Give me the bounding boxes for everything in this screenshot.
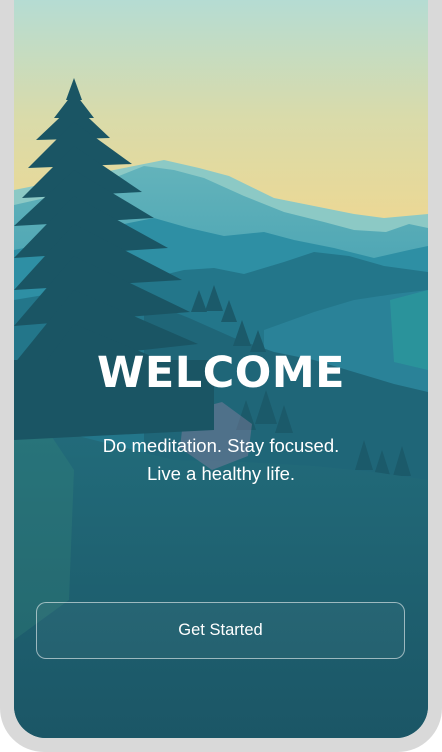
phone-frame: WELCOME Do meditation. Stay focused. Liv… bbox=[0, 0, 442, 752]
tagline: Do meditation. Stay focused. Live a heal… bbox=[14, 432, 428, 488]
get-started-button[interactable]: Get Started bbox=[36, 602, 405, 659]
welcome-screen: WELCOME Do meditation. Stay focused. Liv… bbox=[14, 0, 428, 738]
tagline-line-1: Do meditation. Stay focused. bbox=[102, 435, 340, 456]
tagline-line-2: Live a healthy life. bbox=[146, 463, 296, 484]
welcome-title: WELCOME bbox=[97, 348, 345, 398]
